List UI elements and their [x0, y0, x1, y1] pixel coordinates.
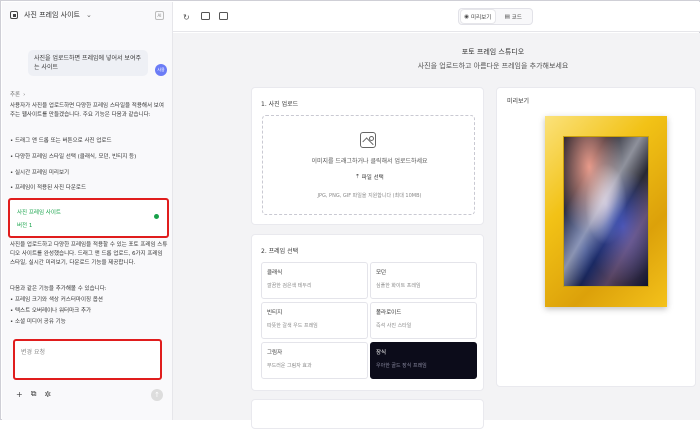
- chevron-right-icon: ›: [23, 92, 26, 98]
- frame-option-name: 클래식: [267, 270, 283, 276]
- file-select-label: 파일 선택: [361, 175, 384, 181]
- assistant-summary: 사진을 업로드하고 다양한 프레임을 적용할 수 있는 포토 프레임 스튜디오 …: [10, 242, 168, 266]
- frame-option-vintage[interactable]: 빈티지 따뜻한 갈색 우드 프레임: [261, 302, 368, 339]
- frame-option-desc: 우아한 골드 장식 프레임: [376, 363, 427, 369]
- frame-option-name: 장식: [376, 350, 387, 356]
- project-title[interactable]: 사진 프레임 사이트: [24, 10, 80, 20]
- avatar: 사용: [155, 64, 167, 76]
- app-window: 사진 프레임 사이트 ⌄ AI 사진을 업로드하면 프레임에 넣어서 보여주는 …: [0, 0, 700, 429]
- input-toolbar: + ⧉ ✲: [16, 389, 51, 399]
- frame-option-desc: 깔끔한 검은색 테두리: [267, 283, 312, 289]
- preview-canvas: 포토 프레임 스튜디오 사진을 업로드하고 아름다운 프레임을 추가해보세요 1…: [173, 33, 700, 429]
- frame-option-polaroid[interactable]: 폴라로이드 즉석 사진 스타일: [370, 302, 477, 339]
- sidebar-header: 사진 프레임 사이트 ⌄ AI: [2, 2, 172, 28]
- frame-options: 클래식 깔끔한 검은색 테두리 모던 심플한 화이트 프레임 빈티지 따뜻한 갈…: [261, 262, 477, 419]
- fabric-overlay: [564, 137, 648, 286]
- refresh-icon[interactable]: ↻: [183, 13, 190, 22]
- feature-item: • 프레임이 적용된 사진 다운로드: [10, 185, 87, 191]
- project-icon[interactable]: [10, 11, 18, 19]
- eye-icon: ◉: [464, 13, 470, 20]
- send-button[interactable]: ↑: [151, 389, 163, 401]
- assistant-intro: 사용자가 사진을 업로드하면 다양한 프레임 스타일을 적용해서 보여주는 웹사…: [10, 103, 164, 118]
- version-card[interactable]: 사진 프레임 사이트 버전 1: [8, 198, 169, 238]
- feature-item: • 다양한 프레임 스타일 선택 (클래식, 모던, 빈티지 등): [10, 154, 137, 160]
- gold-frame: [545, 116, 667, 307]
- frame-option-shadow[interactable]: 그림자 부드러운 그림자 효과: [261, 342, 368, 379]
- frame-option-desc: 따뜻한 갈색 우드 프레임: [267, 323, 318, 329]
- code-tab[interactable]: ▤ 코드: [497, 10, 531, 23]
- framed-photo: [563, 136, 649, 287]
- image-icon: [360, 132, 376, 148]
- chevron-down-icon[interactable]: ⌄: [86, 11, 92, 19]
- plus-icon[interactable]: +: [16, 390, 23, 399]
- page-subtitle: 사진을 업로드하고 아름다운 프레임을 추가해보세요: [417, 62, 569, 70]
- version-label: 버전 1: [17, 223, 33, 229]
- suggestion-item: • 프레임 크기와 색상 커스터마이징 옵션: [10, 297, 103, 303]
- feature-item: • 실시간 프레임 미리보기: [10, 170, 70, 176]
- download-card: [251, 399, 484, 429]
- book-icon[interactable]: ⧉: [31, 389, 37, 399]
- upload-icon: ⤒: [356, 173, 359, 180]
- drop-zone[interactable]: 이미지를 드래그하거나 클릭해서 업로드하세요 ⤒ 파일 선택 JPG, PNG…: [262, 115, 475, 215]
- file-select-button[interactable]: ⤒ 파일 선택: [345, 170, 395, 184]
- frame-option-desc: 부드러운 그림자 효과: [267, 363, 312, 369]
- chat-sidebar: 사진 프레임 사이트 ⌄ AI 사진을 업로드하면 프레임에 넣어서 보여주는 …: [2, 2, 173, 420]
- reasoning-toggle[interactable]: 추론 ›: [10, 90, 25, 98]
- file-hint: JPG, PNG, GIF 파일을 지원합니다 (최대 10MB): [317, 193, 422, 199]
- sparkle-icon[interactable]: ✲: [44, 390, 51, 399]
- drop-text: 이미지를 드래그하거나 클릭해서 업로드하세요: [311, 158, 428, 165]
- frame-option-name: 폴라로이드: [376, 310, 402, 316]
- upload-card: 1. 사진 업로드 이미지를 드래그하거나 클릭해서 업로드하세요 ⤒ 파일 선…: [251, 87, 484, 225]
- change-request-input[interactable]: [15, 341, 160, 364]
- panel-icon[interactable]: [219, 12, 228, 20]
- preview-tab[interactable]: ◉ 미리보기: [461, 10, 495, 23]
- page-title: 포토 프레임 스튜디오: [461, 48, 525, 56]
- frame-option-name: 모던: [376, 270, 387, 276]
- suggestion-item: • 소셜 미디어 공유 기능: [10, 319, 66, 325]
- frame-option-name: 빈티지: [267, 310, 283, 316]
- suggestion-item: • 텍스트 오버레이나 워터마크 추가: [10, 308, 92, 314]
- frame-option-ornate[interactable]: 장식 우아한 골드 장식 프레임: [370, 342, 477, 379]
- ai-badge-icon[interactable]: AI: [155, 10, 164, 20]
- frame-option-name: 그림자: [267, 350, 283, 356]
- preview-card: 미리보기: [496, 87, 696, 387]
- frame-option-desc: 즉석 사진 스타일: [376, 323, 412, 329]
- feature-item: • 드래그 앤 드롭 또는 버튼으로 사진 업로드: [10, 138, 112, 144]
- frame-option-desc: 심플한 화이트 프레임: [376, 283, 421, 289]
- user-message: 사진을 업로드하면 프레임에 넣어서 보여주는 사이트: [28, 50, 148, 76]
- preview-title: 미리보기: [507, 98, 530, 105]
- reasoning-label: 추론: [10, 92, 21, 98]
- window-icon[interactable]: [201, 12, 210, 20]
- upload-title: 1. 사진 업로드: [261, 101, 299, 108]
- status-dot-icon: [154, 214, 159, 219]
- arrow-up-icon: ↑: [154, 391, 160, 399]
- code-icon: ▤: [504, 13, 510, 20]
- next-intro: 다음과 같은 기능을 추가해볼 수 있습니다:: [10, 286, 107, 292]
- frame-option-modern[interactable]: 모던 심플한 화이트 프레임: [370, 262, 477, 299]
- view-toggle: ◉ 미리보기 ▤ 코드: [458, 8, 533, 25]
- frame-select-card: 2. 프레임 선택 클래식 깔끔한 검은색 테두리 모던 심플한 화이트 프레임…: [251, 234, 484, 391]
- top-toolbar: ↻ ◉ 미리보기 ▤ 코드: [173, 2, 700, 32]
- frame-select-title: 2. 프레임 선택: [261, 248, 299, 255]
- version-title: 사진 프레임 사이트: [17, 210, 61, 216]
- preview-tab-label: 미리보기: [471, 14, 492, 21]
- change-request-box[interactable]: [13, 339, 162, 380]
- frame-option-classic[interactable]: 클래식 깔끔한 검은색 테두리: [261, 262, 368, 299]
- code-tab-label: 코드: [511, 14, 522, 21]
